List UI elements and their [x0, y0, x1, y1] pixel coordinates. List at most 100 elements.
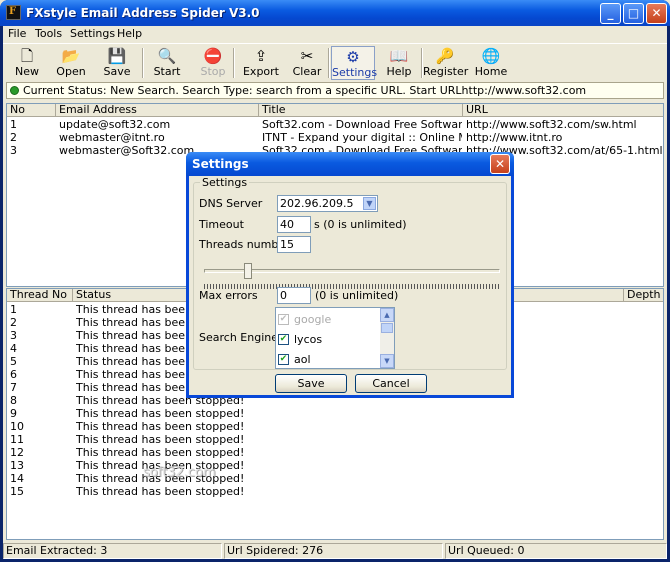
app-icon[interactable]: F [6, 5, 21, 20]
toolbar-label: Clear [292, 65, 322, 78]
emails-extracted-panel: Email Extracted: 3 [3, 543, 222, 559]
dns-server-select[interactable]: 202.96.209.5 ▼ [277, 195, 378, 212]
table-cell[interactable]: 2 [10, 131, 55, 144]
status-text: Current Status: New Search. Search Type:… [23, 84, 587, 97]
max-errors-input[interactable]: 0 [277, 287, 311, 304]
settings-button[interactable]: ⚙ Settings [331, 46, 377, 80]
toolbar-separator [142, 48, 144, 78]
search-engine-name: aol [294, 353, 311, 366]
toolbar-label: Stop [200, 65, 226, 78]
register-button[interactable]: 🔑 Register [423, 46, 469, 80]
thread-cell[interactable]: This thread has been stopped! [76, 433, 244, 446]
thread-cell[interactable]: 6 [10, 368, 17, 381]
clear-button[interactable]: ✂ Clear [285, 46, 329, 80]
open-button[interactable]: 📂 Open [49, 46, 93, 80]
table-cell[interactable]: http://www.itnt.ro [466, 131, 663, 144]
threads-slider-thumb[interactable] [244, 263, 252, 279]
maximize-button[interactable]: □ [623, 3, 644, 24]
dialog-title: Settings [192, 157, 249, 171]
chevron-down-icon[interactable]: ▼ [363, 197, 376, 210]
thread-cell[interactable]: 1 [10, 303, 17, 316]
column-header[interactable]: Depth [624, 289, 663, 302]
magnifier-start-icon: 🔍 [157, 47, 177, 65]
thread-cell[interactable]: 10 [10, 420, 24, 433]
threads-number-input[interactable]: 15 [277, 236, 311, 253]
export-button[interactable]: ⇪ Export [239, 46, 283, 80]
thread-cell[interactable]: 4 [10, 342, 17, 355]
urls-spidered-panel: Url Spidered: 276 [224, 543, 443, 559]
timeout-input[interactable]: 40 [277, 216, 311, 233]
stop-button[interactable]: ⛔ Stop [191, 46, 235, 80]
scroll-down-icon[interactable]: ▼ [380, 354, 394, 368]
help-button[interactable]: 📖 Help [377, 46, 421, 80]
search-engines-list[interactable]: ✔ google ✔ lycos ✔ aol ▲ ▼ [275, 307, 395, 369]
thread-cell[interactable]: 3 [10, 329, 17, 342]
watermark-text: soft32.com [143, 465, 216, 480]
toolbar-label: Home [474, 65, 508, 78]
menu-file[interactable]: File [8, 27, 26, 40]
table-cell[interactable]: 1 [10, 118, 55, 131]
table-cell[interactable]: 3 [10, 144, 55, 157]
main-window: F FXstyle Email Address Spider V3.0 _ □ … [0, 0, 670, 562]
title-bar[interactable]: F FXstyle Email Address Spider V3.0 _ □ … [0, 0, 670, 26]
table-cell[interactable]: Soft32.com - Download Free Software [262, 118, 462, 131]
thread-cell[interactable]: 2 [10, 316, 17, 329]
group-label: Settings [200, 176, 250, 189]
close-button[interactable]: ✕ [646, 3, 667, 24]
dialog-title-bar[interactable]: Settings ✕ [186, 152, 514, 176]
search-engine-name: google [294, 313, 332, 326]
clear-scissors-icon: ✂ [300, 47, 314, 65]
column-header[interactable]: Thread No [7, 289, 73, 302]
column-header[interactable]: No [7, 104, 56, 117]
stop-icon: ⛔ [203, 47, 223, 65]
thread-cell[interactable]: 5 [10, 355, 17, 368]
home-button[interactable]: 🌐 Home [469, 46, 513, 80]
checkbox-icon[interactable]: ✔ [278, 334, 289, 345]
search-engines-scrollbar[interactable]: ▲ ▼ [380, 308, 394, 368]
scroll-up-icon[interactable]: ▲ [380, 308, 394, 322]
table-cell[interactable]: webmaster@itnt.ro [59, 131, 258, 144]
start-button[interactable]: 🔍 Start [145, 46, 189, 80]
save-button[interactable]: Save [275, 374, 347, 393]
dialog-close-icon[interactable]: ✕ [490, 154, 510, 174]
checkbox-icon[interactable]: ✔ [278, 354, 289, 365]
toolbar-label: Register [423, 65, 469, 78]
search-engine-name: lycos [294, 333, 323, 346]
table-cell[interactable]: update@soft32.com [59, 118, 258, 131]
thread-cell[interactable]: 8 [10, 394, 17, 407]
thread-cell[interactable]: This thread has been stopped! [76, 420, 244, 433]
table-cell[interactable]: ITNT - Expand your digital :: Online Med… [262, 131, 462, 144]
cancel-button[interactable]: Cancel [355, 374, 427, 393]
thread-cell[interactable]: This thread has been stopped! [76, 446, 244, 459]
column-header[interactable]: Title [259, 104, 463, 117]
toolbar-separator [233, 48, 235, 78]
settings-group: Settings DNS Server 202.96.209.5 ▼ Timeo… [193, 176, 507, 370]
status-indicator-icon [10, 86, 19, 95]
thread-cell[interactable]: This thread has been stopped! [76, 485, 244, 498]
save-button[interactable]: 💾 Save [95, 46, 139, 80]
thread-cell[interactable]: This thread has been stopped! [76, 407, 244, 420]
minimize-button[interactable]: _ [600, 3, 621, 24]
menu-help[interactable]: Help [117, 27, 142, 40]
thread-cell[interactable]: 11 [10, 433, 24, 446]
toolbar-label: Open [56, 65, 86, 78]
urls-queued-panel: Url Queued: 0 [445, 543, 667, 559]
toolbar-label: Start [153, 65, 181, 78]
window-title: FXstyle Email Address Spider V3.0 [26, 6, 260, 20]
column-header[interactable]: Email Address [56, 104, 259, 117]
thread-cell[interactable]: 14 [10, 472, 24, 485]
table-cell[interactable]: http://www.soft32.com/sw.html [466, 118, 663, 131]
thread-cell[interactable]: 15 [10, 485, 24, 498]
thread-cell[interactable]: 9 [10, 407, 17, 420]
new-button[interactable]: 🗋 New [5, 46, 49, 80]
thread-cell[interactable]: 13 [10, 459, 24, 472]
max-errors-hint: (0 is unlimited) [315, 289, 399, 302]
thread-cell[interactable]: 7 [10, 381, 17, 394]
column-header[interactable]: URL [463, 104, 663, 117]
toolbar-label: Save [103, 65, 131, 78]
menu-tools[interactable]: Tools [35, 27, 62, 40]
thread-cell[interactable]: 12 [10, 446, 24, 459]
scroll-thumb[interactable] [381, 323, 393, 333]
checkbox-icon[interactable]: ✔ [278, 314, 289, 325]
menu-settings[interactable]: Settings [70, 27, 115, 40]
